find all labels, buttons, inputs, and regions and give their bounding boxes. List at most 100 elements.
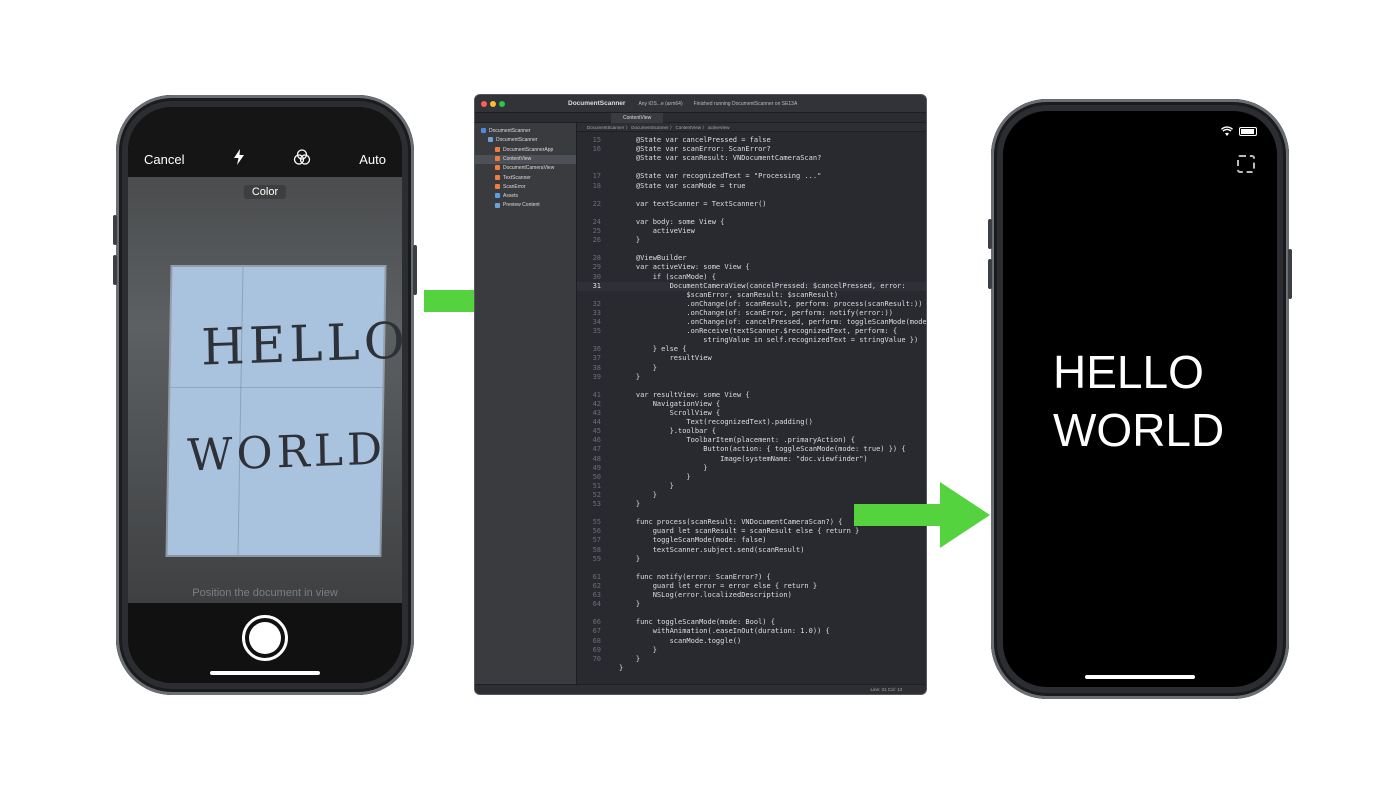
zoom-window-button[interactable] xyxy=(499,100,505,107)
line-number: 29 xyxy=(592,263,601,272)
source-code[interactable]: 15 @State var cancelPressed = false 16 @S… xyxy=(577,132,926,684)
auto-capture-button[interactable]: Auto xyxy=(359,152,386,167)
code-line[interactable]: 62 guard let error = error else { return… xyxy=(577,582,926,591)
line-number: 41 xyxy=(592,390,601,399)
code-line[interactable]: 67 withAnimation(.easeInOut(duration: 1.… xyxy=(577,627,926,636)
code-line[interactable] xyxy=(577,245,926,254)
line-number: 39 xyxy=(592,372,601,381)
code-line[interactable] xyxy=(577,191,926,200)
code-line[interactable]: 45 }.toolbar { xyxy=(577,427,926,436)
code-line[interactable] xyxy=(577,163,926,172)
line-number: 56 xyxy=(592,527,601,536)
code-line[interactable] xyxy=(577,209,926,218)
code-line[interactable]: 15 @State var cancelPressed = false xyxy=(577,136,926,145)
flash-icon[interactable] xyxy=(233,148,245,170)
code-line[interactable]: 35 .onReceive(textScanner.$recognizedTex… xyxy=(577,327,926,336)
code-line[interactable]: 25 activeView xyxy=(577,227,926,236)
code-line[interactable]: 29 var activeView: some View { xyxy=(577,263,926,272)
code-line[interactable]: 37 resultView xyxy=(577,354,926,363)
minimize-window-button[interactable] xyxy=(490,100,496,107)
line-number: 64 xyxy=(592,600,601,609)
code-text: .onChange(of: scanResult, perform: proce… xyxy=(619,299,923,308)
code-line[interactable]: 64 } xyxy=(577,600,926,609)
code-line[interactable]: 32 .onChange(of: scanResult, perform: pr… xyxy=(577,300,926,309)
line-number: 35 xyxy=(592,327,601,336)
code-line[interactable]: 47 Button(action: { toggleScanMode(mode:… xyxy=(577,445,926,454)
folder-file-icon xyxy=(495,202,500,208)
code-line[interactable]: 50 } xyxy=(577,473,926,482)
code-line[interactable]: 59 } xyxy=(577,555,926,564)
code-text: @State var scanResult: VNDocumentCameraS… xyxy=(619,154,822,163)
code-line[interactable]: 66 func toggleScanMode(mode: Bool) { xyxy=(577,618,926,627)
navigator-item[interactable]: ContentView xyxy=(475,154,576,164)
volume-up-button xyxy=(113,215,117,245)
swift-file-icon xyxy=(495,165,500,171)
code-line[interactable]: 43 ScrollView { xyxy=(577,409,926,418)
code-line[interactable]: 69 } xyxy=(577,646,926,655)
doc-viewfinder-icon[interactable] xyxy=(1237,155,1255,173)
code-line[interactable]: 33 .onChange(of: scanError, perform: not… xyxy=(577,309,926,318)
code-line[interactable] xyxy=(577,609,926,618)
code-line[interactable] xyxy=(577,564,926,573)
code-line[interactable]: 48 Image(systemName: "doc.viewfinder") xyxy=(577,455,926,464)
jump-bar-breadcrumb[interactable]: DocumentScanner 〉 DocumentScanner 〉 Cont… xyxy=(577,123,926,132)
window-toolbar: DocumentScanner Any iOS...e (arm64) Fini… xyxy=(475,95,926,113)
code-line[interactable]: 30 if (scanMode) { xyxy=(577,273,926,282)
run-destination[interactable]: Any iOS...e (arm64) xyxy=(638,101,682,107)
navigator-item-label: DocumentScannerApp xyxy=(503,146,554,153)
code-line[interactable]: } xyxy=(577,664,926,673)
navigator-item[interactable]: DocumentCameraView xyxy=(475,164,576,173)
line-number: 45 xyxy=(592,427,601,436)
code-line[interactable]: @State var scanResult: VNDocumentCameraS… xyxy=(577,154,926,163)
color-mode-badge[interactable]: Color xyxy=(243,185,287,199)
code-line[interactable]: 44 Text(recognizedText).padding() xyxy=(577,418,926,427)
code-line[interactable]: 70 } xyxy=(577,655,926,664)
code-line[interactable]: 61 func notify(error: ScanError?) { xyxy=(577,573,926,582)
navigator-item[interactable]: DocumentScanner xyxy=(475,136,576,145)
code-line[interactable]: 17 @State var recognizedText = "Processi… xyxy=(577,172,926,181)
navigator-item[interactable]: Preview Content xyxy=(475,201,576,210)
code-line[interactable] xyxy=(577,382,926,391)
cancel-button[interactable]: Cancel xyxy=(144,152,184,167)
code-line[interactable]: $scanError, scanResult: $scanResult) xyxy=(577,291,926,300)
close-window-button[interactable] xyxy=(481,100,487,107)
code-line[interactable]: 31 DocumentCameraView(cancelPressed: $ca… xyxy=(577,281,926,291)
code-line[interactable]: stringValue in self.recognizedText = str… xyxy=(577,336,926,345)
code-line[interactable]: 49 } xyxy=(577,464,926,473)
code-line[interactable]: 28 @ViewBuilder xyxy=(577,254,926,263)
navigator-item[interactable]: TextScanner xyxy=(475,174,576,183)
shutter-button-icon[interactable] xyxy=(242,615,288,661)
navigator-item[interactable]: Assets xyxy=(475,192,576,201)
code-text: .onChange(of: scanError, perform: notify… xyxy=(619,308,893,317)
code-line[interactable]: 18 @State var scanMode = true xyxy=(577,182,926,191)
navigator-item[interactable]: DocumentScannerApp xyxy=(475,146,576,155)
navigator-item[interactable]: DocumentScanner xyxy=(475,127,576,136)
line-number: 24 xyxy=(592,217,601,226)
workflow-stage: Cancel Auto Color HELLO WORLD Position t… xyxy=(0,0,1400,788)
wifi-icon xyxy=(1221,125,1233,139)
code-line[interactable]: 34 .onChange(of: cancelPressed, perform:… xyxy=(577,318,926,327)
code-text: @State var cancelPressed = false xyxy=(619,136,771,144)
code-text: toggleScanMode(mode: false) xyxy=(619,536,767,545)
code-line[interactable]: 26 } xyxy=(577,236,926,245)
code-line[interactable]: 42 NavigationView { xyxy=(577,400,926,409)
line-number: 58 xyxy=(592,545,601,554)
code-line[interactable]: 36 } else { xyxy=(577,345,926,354)
project-title: DocumentScanner xyxy=(568,100,626,107)
code-text: var resultView: some View { xyxy=(619,390,750,399)
swift-file-icon xyxy=(495,146,500,152)
code-editor[interactable]: DocumentScanner 〉 DocumentScanner 〉 Cont… xyxy=(577,123,926,684)
code-text: stringValue in self.recognizedText = str… xyxy=(619,336,919,345)
code-line[interactable]: 38 } xyxy=(577,364,926,373)
code-line[interactable]: 68 scanMode.toggle() xyxy=(577,637,926,646)
code-line[interactable]: 41 var resultView: some View { xyxy=(577,391,926,400)
code-line[interactable]: 22 var textScanner = TextScanner() xyxy=(577,200,926,209)
code-line[interactable]: 16 @State var scanError: ScanError? xyxy=(577,145,926,154)
code-line[interactable]: 46 ToolbarItem(placement: .primaryAction… xyxy=(577,436,926,445)
color-filter-icon[interactable] xyxy=(293,148,311,171)
code-line[interactable]: 63 NSLog(error.localizedDescription) xyxy=(577,591,926,600)
tab-contentview[interactable]: ContentView xyxy=(611,113,664,123)
code-line[interactable]: 39 } xyxy=(577,373,926,382)
code-line[interactable]: 24 var body: some View { xyxy=(577,218,926,227)
navigator-item[interactable]: ScanError xyxy=(475,183,576,192)
